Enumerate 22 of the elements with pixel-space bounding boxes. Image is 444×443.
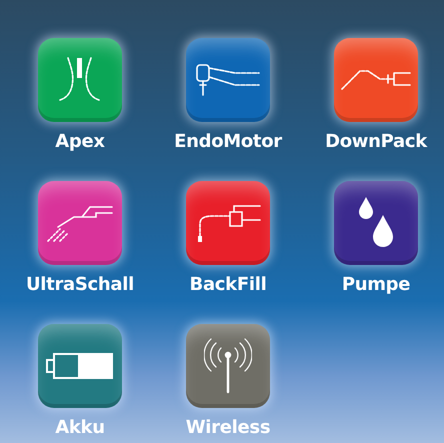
- tile-label: BackFill: [190, 274, 266, 296]
- app-tile[interactable]: [38, 324, 122, 408]
- tile-label: EndoMotor: [174, 131, 282, 153]
- app-tile[interactable]: [38, 181, 122, 265]
- app-tile[interactable]: [334, 38, 418, 122]
- tile-label: Pumpe: [342, 274, 410, 296]
- app-tile[interactable]: [186, 181, 270, 265]
- heat-plugger-icon: [340, 69, 412, 91]
- tile-label: UltraSchall: [26, 274, 134, 296]
- tile-label: Akku: [55, 417, 105, 439]
- app-tile[interactable]: [38, 38, 122, 122]
- app-tile[interactable]: [186, 38, 270, 122]
- battery-icon: [46, 352, 114, 380]
- handpiece-icon: [195, 63, 261, 97]
- tile-label: Wireless: [186, 417, 270, 439]
- app-tile[interactable]: [334, 181, 418, 265]
- tile-label: Apex: [55, 131, 105, 153]
- ultrasonic-tip-icon: [46, 203, 114, 243]
- app-tile[interactable]: [186, 324, 270, 408]
- root-canal-file-icon: [58, 56, 102, 104]
- antenna-signal-icon: [204, 338, 252, 394]
- tile-label: DownPack: [325, 131, 427, 153]
